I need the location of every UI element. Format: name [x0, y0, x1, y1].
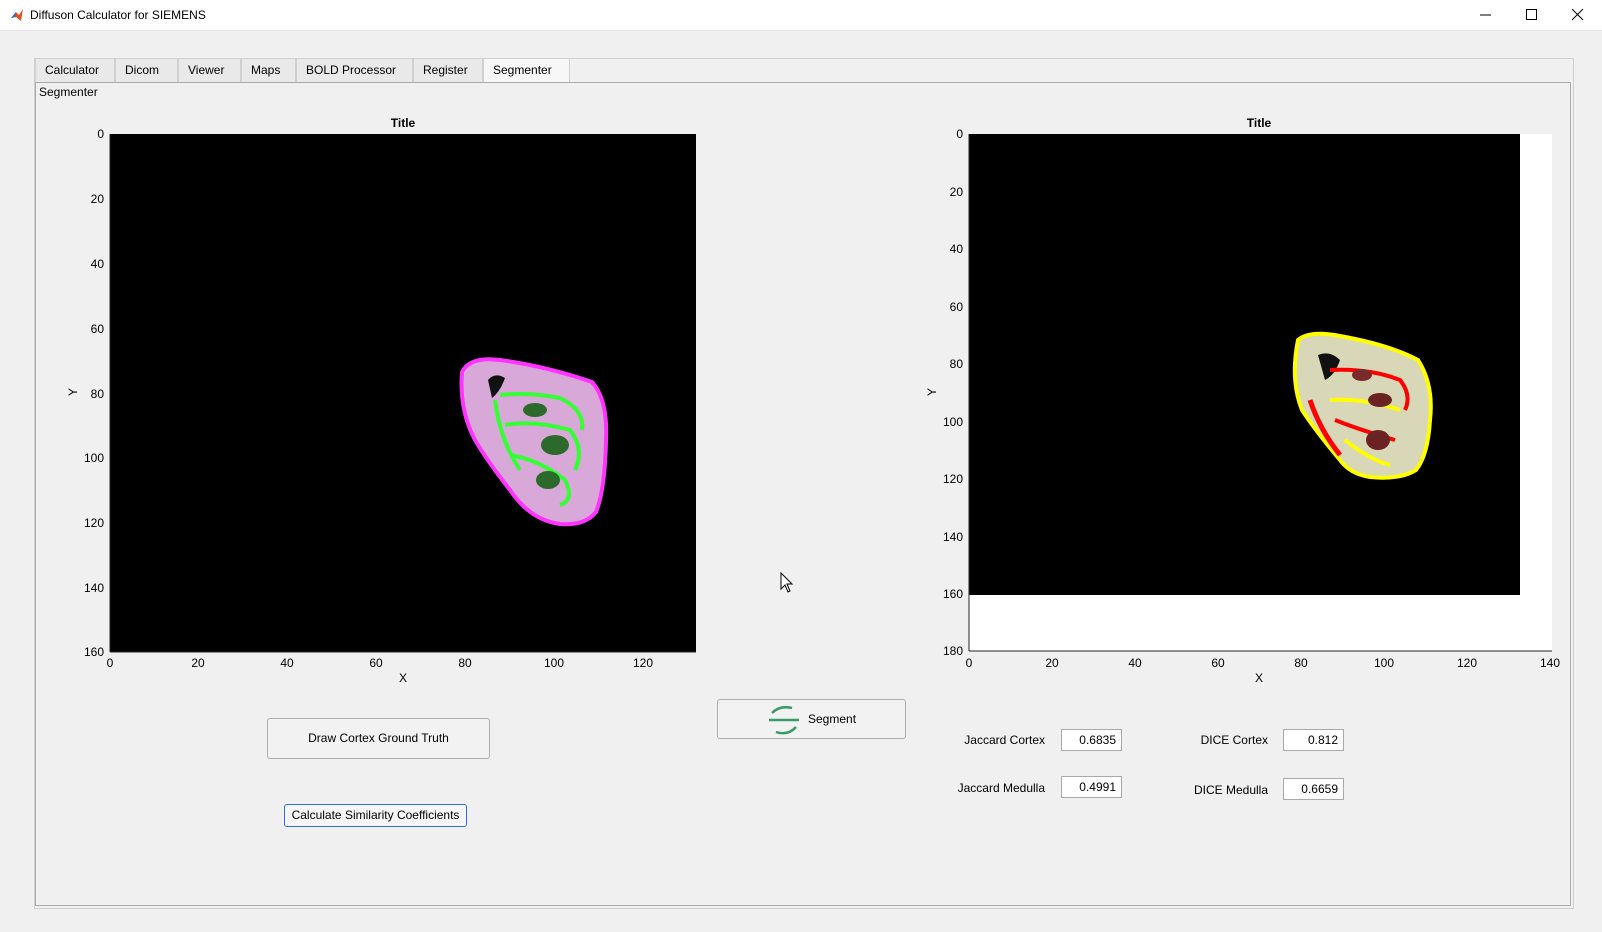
segment-icon: [769, 705, 799, 735]
segment-button-label: Segment: [808, 712, 857, 726]
tab-viewer[interactable]: Viewer: [178, 58, 241, 82]
jaccard-cortex-field[interactable]: 0.6835: [1061, 729, 1122, 751]
jaccard-medulla-field[interactable]: 0.4991: [1061, 776, 1122, 798]
tab-maps[interactable]: Maps: [241, 58, 296, 82]
maximize-icon: [1526, 9, 1537, 20]
minimize-button[interactable]: [1464, 0, 1510, 31]
dice-medulla-field[interactable]: 0.6659: [1283, 778, 1344, 800]
panel-title: Segmenter: [39, 85, 98, 99]
dice-cortex-field[interactable]: 0.812: [1283, 729, 1344, 751]
window-titlebar: Diffuson Calculator for SIEMENS: [0, 0, 1602, 31]
close-button[interactable]: [1556, 0, 1602, 31]
dice-medulla-label: DICE Medulla: [1193, 783, 1268, 797]
matlab-icon: [11, 9, 23, 21]
close-icon: [1572, 9, 1584, 21]
jaccard-medulla-label: Jaccard Medulla: [957, 781, 1045, 795]
jaccard-cortex-label: Jaccard Cortex: [964, 733, 1045, 747]
segment-button[interactable]: Segment: [717, 699, 906, 739]
maximize-button[interactable]: [1510, 0, 1556, 31]
draw-cortex-ground-truth-button[interactable]: Draw Cortex Ground Truth: [267, 718, 490, 759]
tab-segmenter[interactable]: Segmenter: [483, 58, 570, 83]
minimize-icon: [1480, 14, 1491, 16]
tab-calculator[interactable]: Calculator: [35, 58, 115, 82]
window-title: Diffuson Calculator for SIEMENS: [30, 8, 206, 22]
tab-dicom[interactable]: Dicom: [115, 58, 178, 82]
tab-bold-processor[interactable]: BOLD Processor: [296, 58, 413, 82]
calculate-similarity-button[interactable]: Calculate Similarity Coefficients: [284, 804, 467, 827]
dice-cortex-label: DICE Cortex: [1200, 733, 1268, 747]
mouse-cursor-icon: [780, 572, 794, 593]
tab-register[interactable]: Register: [413, 58, 483, 82]
